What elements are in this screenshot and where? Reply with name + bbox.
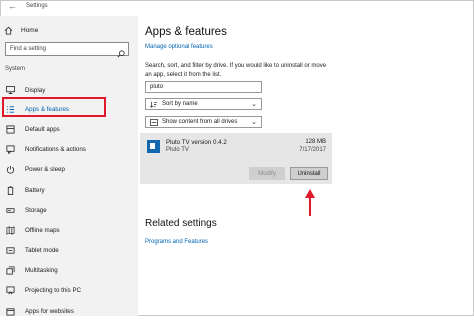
modify-button[interactable]: Modify bbox=[249, 167, 285, 180]
related-settings-title: Related settings bbox=[145, 218, 217, 229]
sidebar-search-input[interactable]: Find a setting bbox=[5, 42, 129, 58]
search-placeholder: Find a setting bbox=[10, 46, 47, 52]
sidebar-item-label: Notifications & actions bbox=[25, 145, 86, 153]
sidebar-item-label: Display bbox=[25, 86, 46, 94]
sidebar-item-label: Storage bbox=[25, 206, 47, 214]
drive-filter-dropdown[interactable]: Show content from all drives ⌄ bbox=[145, 116, 262, 128]
pluto-tv-app-icon bbox=[147, 140, 160, 153]
search-icon[interactable] bbox=[117, 45, 125, 63]
window-title: Settings bbox=[26, 3, 48, 9]
map-icon bbox=[6, 225, 15, 235]
sidebar-item-label: Offline maps bbox=[25, 226, 60, 234]
programs-and-features-link[interactable]: Programs and Features bbox=[145, 239, 208, 245]
filter-icon bbox=[150, 118, 158, 126]
page-title: Apps & features bbox=[145, 26, 227, 38]
sidebar-item-label: Power & sleep bbox=[25, 165, 65, 173]
app-size: 128 MB bbox=[305, 139, 326, 145]
sort-icon bbox=[150, 101, 158, 108]
tablet-icon bbox=[6, 246, 15, 255]
title-bar: ← Settings bbox=[0, 0, 474, 16]
app-search-input[interactable]: pluto bbox=[145, 81, 262, 93]
home-icon bbox=[4, 26, 13, 35]
chevron-down-icon: ⌄ bbox=[251, 101, 257, 108]
sidebar-item-apps-websites[interactable]: Apps for websites bbox=[0, 301, 138, 321]
sidebar-item-projecting[interactable]: Projecting to this PC bbox=[0, 280, 138, 300]
sidebar-item-label: Projecting to this PC bbox=[25, 286, 82, 294]
annotation-highlight-box bbox=[2, 97, 106, 117]
sort-dropdown-label: Sort by name bbox=[162, 101, 198, 107]
back-button[interactable]: ← bbox=[8, 1, 17, 11]
sidebar-section-title: System bbox=[5, 66, 26, 72]
sidebar-item-label: Apps for websites bbox=[25, 307, 74, 315]
sidebar-item-label: Multitasking bbox=[25, 266, 58, 274]
sidebar-item-tablet-mode[interactable]: Tablet mode bbox=[0, 240, 138, 260]
apps-websites-icon bbox=[6, 307, 15, 316]
sidebar-item-default-apps[interactable]: Default apps bbox=[0, 119, 138, 139]
sidebar-item-offline-maps[interactable]: Offline maps bbox=[0, 220, 138, 240]
notifications-icon bbox=[6, 144, 15, 154]
sidebar-item-notifications[interactable]: Notifications & actions bbox=[0, 139, 138, 159]
sidebar-item-battery[interactable]: Battery bbox=[0, 180, 138, 200]
app-search-value: pluto bbox=[150, 84, 164, 90]
sidebar-item-label: Battery bbox=[25, 186, 45, 194]
sidebar-item-storage[interactable]: Storage bbox=[0, 200, 138, 220]
sidebar-item-multitasking[interactable]: Multitasking bbox=[0, 260, 138, 280]
battery-icon bbox=[6, 185, 15, 195]
sidebar-item-label: Default apps bbox=[25, 125, 60, 133]
page-description: Search, sort, and filter by drive. If yo… bbox=[145, 63, 327, 78]
manage-optional-features-link[interactable]: Manage optional features bbox=[145, 44, 213, 50]
sidebar-item-power-sleep[interactable]: Power & sleep bbox=[0, 159, 138, 179]
app-publisher: Pluto TV bbox=[166, 147, 189, 153]
sidebar-home[interactable]: Home bbox=[4, 23, 38, 37]
uninstall-button[interactable]: Uninstall bbox=[290, 167, 328, 180]
sidebar-home-label: Home bbox=[21, 26, 39, 34]
sidebar-item-label: Tablet mode bbox=[25, 246, 59, 254]
sort-dropdown[interactable]: Sort by name ⌄ bbox=[145, 98, 262, 110]
display-icon bbox=[6, 86, 15, 95]
app-install-date: 7/17/2017 bbox=[299, 147, 326, 153]
app-name: Pluto TV version 0.4.2 bbox=[166, 139, 227, 146]
power-icon bbox=[6, 165, 15, 174]
storage-icon bbox=[6, 206, 15, 215]
projecting-icon bbox=[6, 285, 15, 295]
default-apps-icon bbox=[6, 124, 15, 134]
multitasking-icon bbox=[6, 265, 15, 275]
annotation-arrow bbox=[305, 189, 315, 216]
app-list-item[interactable]: Pluto TV version 0.4.2 Pluto TV 128 MB 7… bbox=[140, 133, 332, 184]
drive-filter-label: Show content from all drives bbox=[162, 119, 238, 125]
chevron-down-icon: ⌄ bbox=[251, 119, 257, 126]
